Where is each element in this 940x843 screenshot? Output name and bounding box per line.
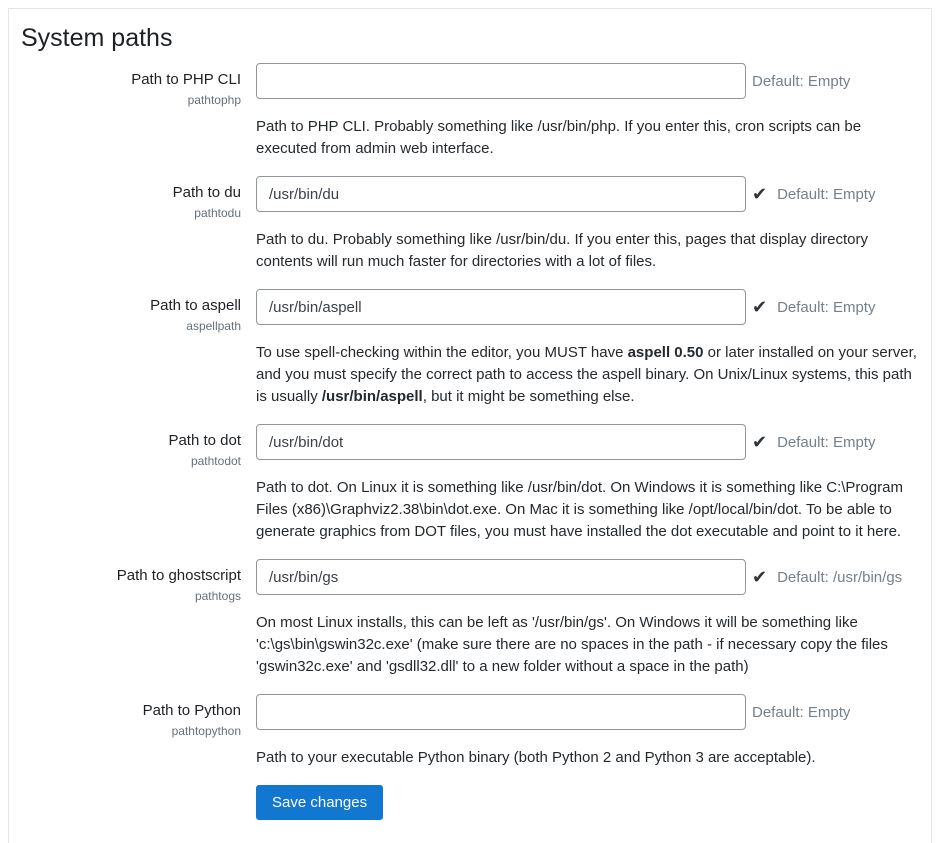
setting-input-line: ✔ Default: Empty (256, 176, 917, 212)
check-icon: ✔ (752, 185, 767, 203)
description-text: , but it might be something else. (423, 388, 635, 405)
setting-input[interactable] (256, 559, 746, 595)
setting-row: Path to PHP CLI pathtophp Default: Empty… (9, 63, 931, 160)
description-text: Path to dot. On Linux it is something li… (256, 479, 903, 540)
setting-label-column: Path to Python pathtopython (9, 694, 256, 769)
default-value-label: Default: Empty (752, 704, 850, 721)
page-title: System paths (21, 23, 931, 53)
setting-value-column: ✔ Default: Empty Path to du. Probably so… (256, 176, 931, 273)
setting-label: Path to aspell (9, 296, 241, 316)
setting-label-column: Path to ghostscript pathtogs (9, 559, 256, 678)
setting-description: Path to du. Probably something like /usr… (256, 229, 917, 273)
setting-input[interactable] (256, 694, 746, 730)
default-value-label: Default: Empty (752, 73, 850, 90)
setting-input[interactable] (256, 289, 746, 325)
setting-input-line: ✔ Default: Empty (256, 424, 917, 460)
setting-shortname: pathtodot (9, 454, 241, 468)
setting-row: Path to ghostscript pathtogs ✔ Default: … (9, 559, 931, 678)
setting-label-column: Path to PHP CLI pathtophp (9, 63, 256, 160)
setting-shortname: aspellpath (9, 319, 241, 333)
setting-value-column: ✔ Default: Empty Path to dot. On Linux i… (256, 424, 931, 543)
save-spacer (9, 785, 256, 820)
default-value-label: Default: Empty (777, 186, 875, 203)
setting-label-column: Path to dot pathtodot (9, 424, 256, 543)
description-text: To use spell-checking within the editor,… (256, 344, 628, 361)
setting-row: Path to dot pathtodot ✔ Default: Empty P… (9, 424, 931, 543)
save-row: Save changes (9, 785, 931, 820)
setting-label: Path to dot (9, 431, 241, 451)
setting-input-line: Default: Empty (256, 63, 917, 99)
system-paths-panel: System paths Path to PHP CLI pathtophp D… (8, 8, 932, 843)
save-changes-button[interactable]: Save changes (256, 785, 383, 820)
default-value-label: Default: Empty (777, 434, 875, 451)
setting-value-column: ✔ Default: /usr/bin/gs On most Linux ins… (256, 559, 931, 678)
description-bold-text: aspell 0.50 (628, 344, 704, 361)
setting-input[interactable] (256, 176, 746, 212)
setting-label-column: Path to du pathtodu (9, 176, 256, 273)
setting-label: Path to ghostscript (9, 566, 241, 586)
check-icon: ✔ (752, 433, 767, 451)
setting-row: Path to aspell aspellpath ✔ Default: Emp… (9, 289, 931, 408)
setting-description: Path to PHP CLI. Probably something like… (256, 116, 917, 160)
setting-input-line: Default: Empty (256, 694, 917, 730)
setting-description: To use spell-checking within the editor,… (256, 342, 917, 408)
setting-shortname: pathtogs (9, 589, 241, 603)
setting-row: Path to du pathtodu ✔ Default: Empty Pat… (9, 176, 931, 273)
setting-shortname: pathtopython (9, 724, 241, 738)
description-text: Path to your executable Python binary (b… (256, 749, 816, 766)
setting-description: On most Linux installs, this can be left… (256, 612, 917, 678)
setting-value-column: Default: Empty Path to PHP CLI. Probably… (256, 63, 931, 160)
setting-value-column: ✔ Default: Empty To use spell-checking w… (256, 289, 931, 408)
default-value-label: Default: Empty (777, 299, 875, 316)
setting-label-column: Path to aspell aspellpath (9, 289, 256, 408)
setting-input[interactable] (256, 424, 746, 460)
settings-list: Path to PHP CLI pathtophp Default: Empty… (9, 63, 931, 769)
check-icon: ✔ (752, 568, 767, 586)
setting-input-line: ✔ Default: Empty (256, 289, 917, 325)
setting-description: Path to your executable Python binary (b… (256, 747, 917, 769)
setting-label: Path to PHP CLI (9, 70, 241, 90)
description-bold-text: /usr/bin/aspell (322, 388, 423, 405)
default-value-label: Default: /usr/bin/gs (777, 569, 902, 586)
description-text: Path to PHP CLI. Probably something like… (256, 118, 861, 157)
setting-input[interactable] (256, 63, 746, 99)
setting-value-column: Default: Empty Path to your executable P… (256, 694, 931, 769)
setting-label: Path to du (9, 183, 241, 203)
setting-row: Path to Python pathtopython Default: Emp… (9, 694, 931, 769)
description-text: Path to du. Probably something like /usr… (256, 231, 868, 270)
setting-shortname: pathtophp (9, 93, 241, 107)
description-text: On most Linux installs, this can be left… (256, 614, 888, 675)
setting-input-line: ✔ Default: /usr/bin/gs (256, 559, 917, 595)
setting-shortname: pathtodu (9, 206, 241, 220)
setting-description: Path to dot. On Linux it is something li… (256, 477, 917, 543)
check-icon: ✔ (752, 298, 767, 316)
setting-label: Path to Python (9, 701, 241, 721)
